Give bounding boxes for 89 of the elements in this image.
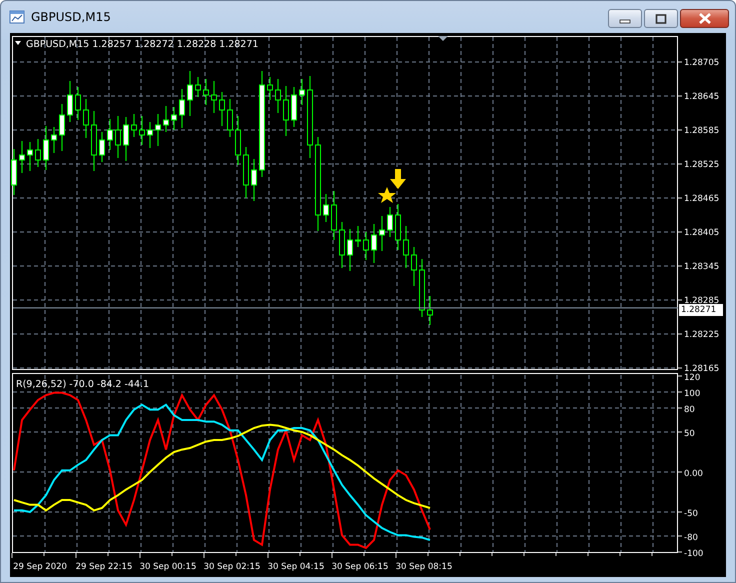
candlestick bbox=[291, 86, 297, 128]
candlestick bbox=[371, 224, 377, 264]
chart-shift-marker bbox=[438, 36, 448, 41]
chart-header: GBPUSD,M15 1.28257 1.28272 1.28228 1.28271 bbox=[26, 39, 258, 50]
window-title: GBPUSD,M15 bbox=[31, 10, 112, 24]
y-tick-label: 0.00 bbox=[684, 469, 703, 479]
candlestick bbox=[147, 122, 153, 148]
candlestick bbox=[187, 70, 193, 116]
y-tick-label: -100 bbox=[684, 549, 704, 559]
candlestick bbox=[43, 126, 49, 170]
y-tick-label: -50 bbox=[684, 509, 698, 519]
current-price-label: 1.28271 bbox=[679, 304, 723, 316]
candlestick bbox=[403, 226, 409, 268]
maximize-button[interactable] bbox=[644, 9, 678, 28]
candlestick bbox=[251, 158, 257, 202]
down-arrow-icon bbox=[390, 169, 406, 189]
y-tick-label: 50 bbox=[684, 429, 695, 439]
minimize-button[interactable] bbox=[608, 9, 642, 28]
x-tick-label: 29 Sep 22:15 bbox=[76, 562, 132, 572]
x-tick-label: 30 Sep 04:15 bbox=[268, 562, 324, 572]
candlestick bbox=[283, 86, 289, 136]
y-tick-label: 100 bbox=[684, 389, 700, 399]
x-tick-label: 30 Sep 08:15 bbox=[396, 562, 452, 572]
x-tick-label: 30 Sep 02:15 bbox=[204, 562, 260, 572]
candlestick bbox=[131, 114, 137, 138]
candlestick bbox=[363, 232, 369, 260]
candlestick bbox=[227, 98, 233, 138]
candlestick bbox=[267, 76, 273, 100]
x-tick-label: 30 Sep 06:15 bbox=[332, 562, 388, 572]
price-axis-label: 1.28705 bbox=[684, 58, 720, 68]
price-axis-label: 1.28165 bbox=[684, 364, 720, 373]
candlestick bbox=[27, 142, 33, 172]
y-tick-label: 120 bbox=[684, 373, 700, 383]
candlestick bbox=[171, 106, 177, 130]
price-axis-label: 1.28645 bbox=[684, 92, 720, 102]
close-icon bbox=[698, 13, 712, 24]
maximize-icon bbox=[655, 14, 667, 24]
candlestick bbox=[51, 126, 57, 154]
candlestick bbox=[123, 116, 129, 162]
candlestick bbox=[99, 132, 105, 162]
candlestick bbox=[19, 140, 25, 174]
candlestick bbox=[107, 118, 113, 150]
price-axis-label: 1.28585 bbox=[684, 126, 720, 136]
candlestick bbox=[59, 104, 65, 152]
candlestick bbox=[219, 92, 225, 126]
candlestick bbox=[35, 138, 41, 168]
close-button[interactable] bbox=[680, 9, 729, 28]
chart-window-icon bbox=[9, 8, 25, 24]
candlestick bbox=[275, 78, 281, 114]
candlestick bbox=[155, 114, 161, 146]
x-tick-label: 29 Sep 2020 bbox=[13, 562, 67, 572]
candlestick bbox=[355, 226, 361, 248]
candlestick bbox=[395, 204, 401, 250]
candlestick bbox=[387, 206, 393, 238]
star-icon bbox=[378, 187, 396, 203]
price-axis-label: 1.28405 bbox=[684, 228, 720, 238]
y-tick-label: -80 bbox=[684, 533, 698, 543]
candlestick bbox=[203, 78, 209, 106]
candlestick bbox=[211, 80, 217, 114]
candlestick bbox=[235, 116, 241, 166]
candlestick bbox=[139, 116, 145, 146]
price-axis-label: 1.28525 bbox=[684, 160, 720, 170]
indicator-label: R(9,26,52) -70.0 -84.2 -44.1 bbox=[16, 379, 150, 390]
price-axis-label: 1.28345 bbox=[684, 262, 720, 272]
candlestick bbox=[379, 216, 385, 252]
candlestick bbox=[11, 148, 17, 196]
candlestick bbox=[347, 228, 353, 272]
candlestick bbox=[427, 296, 433, 326]
candlestick bbox=[83, 98, 89, 138]
candlestick bbox=[91, 110, 97, 172]
price-axis-label: 1.28285 bbox=[684, 296, 720, 306]
dropdown-icon[interactable] bbox=[15, 41, 21, 45]
price-axis-label: 1.28225 bbox=[684, 330, 720, 340]
candlestick bbox=[179, 88, 185, 128]
candlestick bbox=[67, 80, 73, 122]
candlestick bbox=[419, 258, 425, 318]
x-tick-label: 30 Sep 00:15 bbox=[140, 562, 196, 572]
candlestick bbox=[411, 246, 417, 286]
candlestick bbox=[243, 146, 249, 198]
candlestick bbox=[75, 86, 81, 120]
candlestick bbox=[339, 222, 345, 268]
candlestick bbox=[115, 116, 121, 158]
y-tick-label: 80 bbox=[684, 405, 695, 415]
price-axis-label: 1.28465 bbox=[684, 194, 720, 204]
candlestick bbox=[299, 78, 305, 106]
candlestick bbox=[323, 194, 329, 222]
candlestick bbox=[163, 106, 169, 132]
candlestick bbox=[195, 76, 201, 98]
candlestick bbox=[331, 190, 337, 240]
